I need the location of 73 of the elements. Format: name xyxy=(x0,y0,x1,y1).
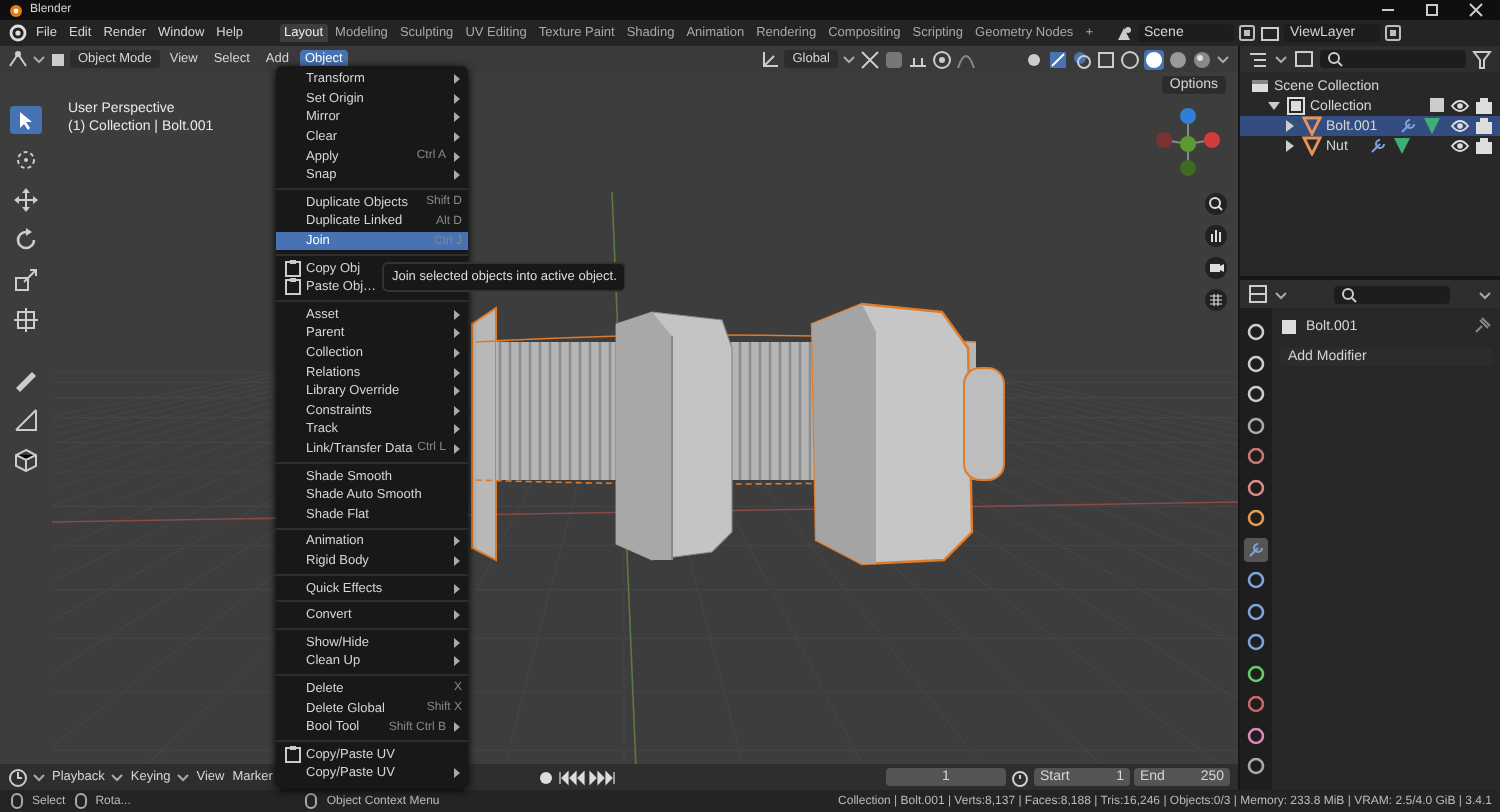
layers-icon[interactable] xyxy=(1259,23,1280,43)
scale-icon[interactable] xyxy=(10,266,42,294)
move-icon[interactable] xyxy=(10,186,42,214)
camera-icon[interactable] xyxy=(1474,136,1494,156)
grid-icon[interactable] xyxy=(1204,288,1228,312)
visibility-icon[interactable] xyxy=(1024,49,1044,69)
xray-icon[interactable] xyxy=(1096,49,1116,69)
eye-icon[interactable] xyxy=(1450,136,1470,156)
proportional-icon[interactable] xyxy=(932,49,952,69)
pivot-icon[interactable] xyxy=(860,49,880,69)
mouse-icon xyxy=(8,792,26,810)
cube-icon xyxy=(50,51,66,67)
search-icon xyxy=(1326,50,1344,68)
orientation-icon[interactable] xyxy=(760,49,781,69)
search-icon xyxy=(1340,285,1358,303)
mouse-icon xyxy=(71,792,90,810)
outliner-icon[interactable] xyxy=(1248,49,1268,69)
caret-icon xyxy=(1216,54,1230,64)
properties-icon[interactable] xyxy=(1248,284,1268,304)
mouse-icon xyxy=(302,792,321,810)
caret-icon xyxy=(110,772,125,782)
search-field[interactable] xyxy=(1320,50,1466,68)
copy-icon[interactable] xyxy=(1237,24,1256,42)
falloff-icon[interactable] xyxy=(956,49,976,69)
gizmo-icon[interactable] xyxy=(1048,49,1068,69)
logo-icon[interactable] xyxy=(8,22,28,44)
modifier-wrench-icon[interactable] xyxy=(1397,116,1418,136)
checkbox-icon[interactable] xyxy=(1428,96,1446,114)
clipboard-icon xyxy=(284,745,302,764)
clipboard-icon xyxy=(284,259,302,278)
search-field[interactable] xyxy=(1334,285,1450,303)
caret-icon xyxy=(176,772,191,782)
caret-icon xyxy=(1274,54,1288,64)
caret-icon xyxy=(842,54,856,64)
modifier-wrench-icon[interactable] xyxy=(1244,537,1268,561)
caret-icon xyxy=(32,54,46,64)
collection-box-icon xyxy=(1250,76,1270,96)
eye-icon[interactable] xyxy=(1450,96,1470,116)
camera-icon[interactable] xyxy=(1204,256,1228,280)
record-icon[interactable] xyxy=(538,769,554,785)
overlay-icon[interactable] xyxy=(1072,49,1092,69)
logo-icon xyxy=(8,1,24,19)
copy-icon[interactable] xyxy=(1383,24,1402,42)
solid-shading-icon[interactable] xyxy=(1144,49,1164,69)
playback-controls-icon[interactable] xyxy=(558,769,618,785)
expand-arrow-icon[interactable] xyxy=(1266,98,1282,114)
camera-icon[interactable] xyxy=(1474,116,1494,136)
clipboard-icon xyxy=(284,278,302,297)
camera-icon[interactable] xyxy=(1474,96,1494,116)
editor-type-icon[interactable] xyxy=(8,49,28,69)
material-shading-icon[interactable] xyxy=(1168,49,1188,69)
maximize-icon[interactable] xyxy=(1424,2,1440,18)
pin-icon[interactable] xyxy=(1472,316,1492,336)
measure-icon[interactable] xyxy=(10,406,42,434)
stopwatch-icon[interactable] xyxy=(1010,767,1030,787)
modifier-wrench-icon[interactable] xyxy=(1367,136,1388,156)
add-cube-icon[interactable] xyxy=(10,446,42,474)
close-icon[interactable] xyxy=(1468,2,1484,18)
caret-icon xyxy=(1274,289,1288,299)
rendered-shading-icon[interactable] xyxy=(1192,49,1212,69)
transform-icon[interactable] xyxy=(10,306,42,334)
caret-icon xyxy=(1478,289,1492,299)
wireframe-shading-icon[interactable] xyxy=(1120,49,1140,69)
collapse-arrow-icon[interactable] xyxy=(1282,118,1298,134)
eye-icon[interactable] xyxy=(1450,116,1470,136)
caret-icon xyxy=(32,772,46,782)
filter-icon[interactable] xyxy=(1472,49,1492,69)
zoom-icon[interactable] xyxy=(1204,192,1228,216)
display-mode-icon[interactable] xyxy=(1294,49,1314,69)
clock-icon[interactable] xyxy=(8,767,28,787)
collapse-arrow-icon[interactable] xyxy=(1282,138,1298,154)
collection-box-icon xyxy=(1286,96,1306,116)
select-box-icon[interactable] xyxy=(10,106,42,134)
